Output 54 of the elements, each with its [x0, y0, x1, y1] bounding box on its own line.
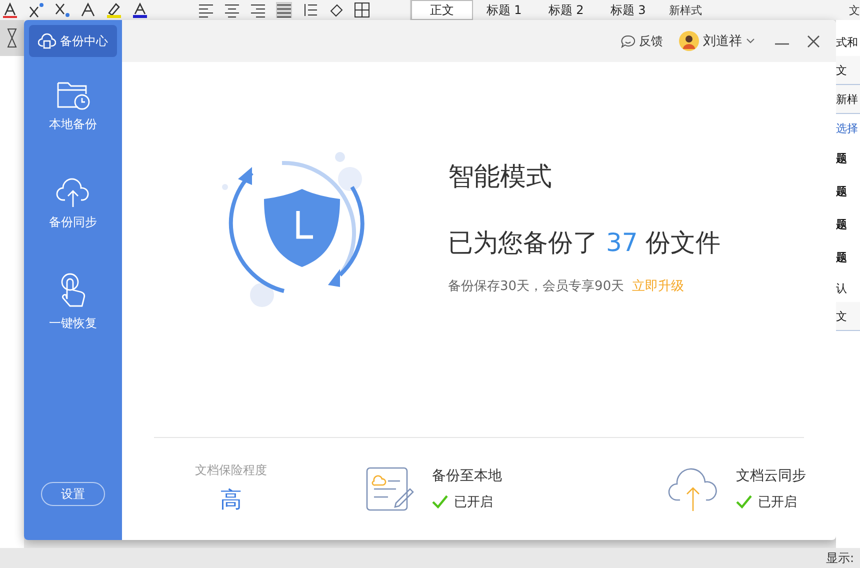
sidebar-item[interactable]: 一键恢复	[24, 253, 122, 351]
feature-status: 已开启	[454, 494, 493, 510]
subscript-icon[interactable]	[54, 2, 70, 18]
avatar	[679, 31, 699, 51]
panel-text[interactable]: 题	[836, 208, 860, 241]
toolbar-label[interactable]: 文	[849, 2, 860, 18]
chevron-down-icon	[746, 38, 755, 44]
close-icon[interactable]	[807, 34, 820, 48]
style-field[interactable]: 文	[836, 56, 860, 85]
style-tab[interactable]: 正文	[411, 0, 473, 20]
settings-button[interactable]: 设置	[41, 482, 105, 506]
feedback-button[interactable]: 反馈	[621, 32, 663, 50]
protection-level: 高	[220, 487, 242, 515]
sidebar-item[interactable]: 备份同步	[24, 155, 122, 253]
folder-clock-icon	[56, 80, 90, 110]
display-label: 显示:	[826, 550, 854, 566]
panel-text: 认	[836, 280, 848, 296]
retention-note: 备份保存30天，会员专享90天	[448, 278, 624, 295]
panel-text[interactable]: 题	[836, 142, 860, 175]
notepad-pen-icon	[366, 466, 414, 510]
panel-text[interactable]: 题	[836, 175, 860, 208]
chat-icon	[621, 34, 635, 48]
shading-icon[interactable]	[328, 2, 344, 18]
feature-title: 文档云同步	[736, 466, 806, 484]
panel-text[interactable]: 题	[836, 241, 860, 274]
cloud-icon	[38, 33, 56, 49]
border-icon[interactable]	[354, 2, 370, 18]
mode-title: 智能模式	[448, 161, 553, 194]
sidebar-item[interactable]: 本地备份	[24, 57, 122, 155]
font-color-icon[interactable]	[2, 2, 18, 18]
style-field[interactable]: 新样	[836, 85, 860, 114]
backup-center-tab[interactable]: 备份中心	[29, 25, 117, 57]
feature-title: 备份至本地	[432, 466, 502, 484]
justify-icon[interactable]	[276, 2, 292, 18]
panel-link[interactable]: 选择	[836, 114, 860, 142]
text-effect-icon[interactable]	[80, 2, 96, 18]
align-center-icon[interactable]	[224, 2, 240, 18]
line-spacing-icon[interactable]	[302, 2, 318, 18]
hourglass-icon[interactable]	[7, 28, 17, 48]
user-menu[interactable]: 刘道祥	[679, 31, 755, 51]
cloud-upload-icon	[55, 178, 91, 208]
feature-status: 已开启	[758, 494, 797, 510]
style-field[interactable]: 文	[836, 302, 860, 331]
highlighter-icon[interactable]	[106, 2, 122, 18]
align-right-icon[interactable]	[250, 2, 266, 18]
superscript-icon[interactable]	[28, 2, 44, 18]
align-left-icon[interactable]	[198, 2, 214, 18]
new-style-button[interactable]: 新样式	[669, 2, 702, 18]
protection-label: 文档保险程度	[195, 462, 267, 479]
font-color-icon[interactable]	[132, 2, 148, 18]
backup-summary: 已为您备份了 37 份文件	[448, 227, 721, 259]
cloud-upload-icon	[668, 466, 718, 512]
panel-text: 式和	[836, 34, 859, 50]
user-name: 刘道祥	[703, 33, 742, 50]
